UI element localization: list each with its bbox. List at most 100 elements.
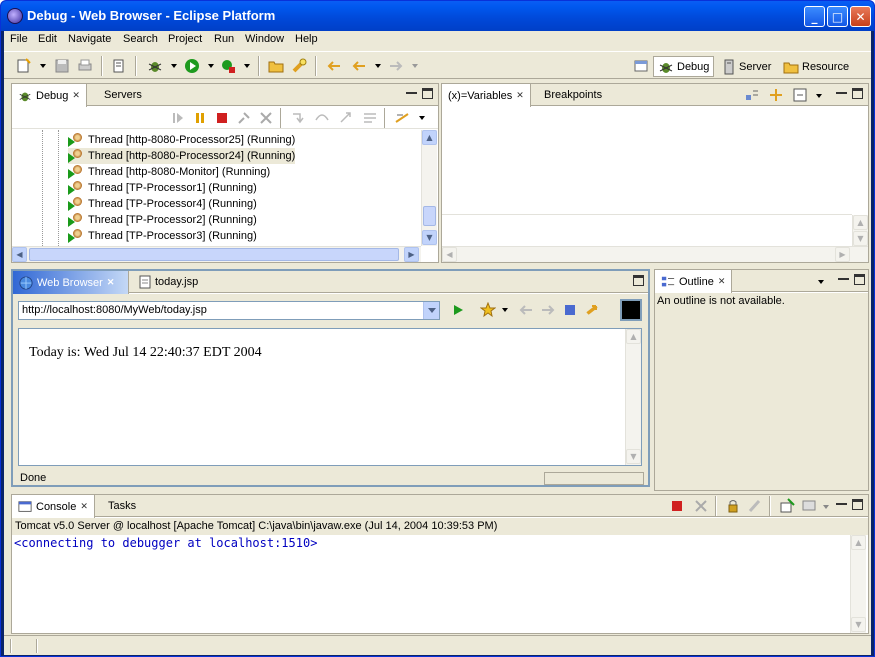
minimize-view-icon[interactable] <box>836 88 847 94</box>
browser-vscroll[interactable]: ▲ ▼ <box>625 329 641 465</box>
thread-item[interactable]: Thread [http-8080-Processor24] (Running) <box>68 148 296 164</box>
scroll-up-arrow[interactable]: ▲ <box>626 329 641 344</box>
run-icon[interactable] <box>184 58 200 74</box>
thread-item[interactable]: Thread [TP-Processor1] (Running) <box>68 180 257 196</box>
minimize-view-icon[interactable] <box>836 499 847 505</box>
drop-to-frame-icon[interactable] <box>362 110 378 126</box>
go-icon[interactable] <box>450 302 466 318</box>
scroll-left-arrow[interactable]: ◀ <box>442 247 457 262</box>
menu-help[interactable]: Help <box>295 33 318 45</box>
maximize-view-icon[interactable] <box>854 274 865 285</box>
disconnect-icon[interactable] <box>236 110 252 126</box>
external-tools-icon[interactable] <box>220 58 236 74</box>
browser-refresh-icon[interactable] <box>584 302 600 318</box>
scroll-lock-icon[interactable] <box>725 498 741 514</box>
tab-today-jsp[interactable]: today.jsp <box>133 271 204 293</box>
scroll-down-arrow[interactable]: ▼ <box>853 231 868 246</box>
perspective-debug[interactable]: Debug <box>653 56 715 77</box>
terminate-icon[interactable] <box>214 110 230 126</box>
debug-bug-icon[interactable] <box>147 58 163 74</box>
thread-item[interactable]: Thread [TP-Processor2] (Running) <box>68 212 257 228</box>
debug-tree-vscroll[interactable]: ▲ ▼ <box>421 130 437 246</box>
menu-run[interactable]: Run <box>214 33 234 45</box>
scroll-left-arrow[interactable]: ◀ <box>12 247 27 262</box>
close-tab-icon[interactable]: ✕ <box>516 90 524 101</box>
display-selected-console-icon[interactable] <box>801 498 817 514</box>
minimize-view-icon[interactable] <box>838 274 849 280</box>
debug-dropdown-arrow[interactable] <box>171 64 177 68</box>
browser-back-icon[interactable] <box>518 302 534 318</box>
console-vscroll[interactable]: ▲ ▼ <box>850 535 866 633</box>
remove-launch-icon[interactable] <box>693 498 709 514</box>
step-into-icon[interactable] <box>290 110 306 126</box>
scroll-right-arrow[interactable]: ▶ <box>835 247 850 262</box>
close-tab-icon[interactable]: ✕ <box>107 277 115 288</box>
resume-icon[interactable] <box>170 110 186 126</box>
print-icon[interactable] <box>77 58 93 74</box>
scroll-up-arrow[interactable]: ▲ <box>422 130 437 145</box>
step-filters-icon[interactable] <box>394 110 410 126</box>
view-menu-arrow[interactable] <box>818 280 824 284</box>
tab-debug[interactable]: Debug ✕ <box>12 84 87 107</box>
scroll-up-arrow[interactable]: ▲ <box>851 535 866 550</box>
new-file-icon[interactable] <box>16 58 32 74</box>
minimize-button[interactable]: _ <box>804 6 825 27</box>
last-edit-location-icon[interactable] <box>326 58 342 74</box>
tab-servers[interactable]: Servers <box>98 84 148 106</box>
scroll-thumb[interactable] <box>423 206 436 226</box>
tab-web-browser[interactable]: Web Browser ✕ <box>13 271 129 294</box>
open-perspective-icon[interactable] <box>633 58 649 74</box>
step-return-icon[interactable] <box>338 110 354 126</box>
run-dropdown-arrow[interactable] <box>208 64 214 68</box>
scroll-thumb[interactable] <box>29 248 399 261</box>
show-logical-structure-icon[interactable] <box>768 87 784 103</box>
url-dropdown-button[interactable] <box>423 302 439 319</box>
minimize-view-icon[interactable] <box>406 88 417 94</box>
maximize-editor-icon[interactable] <box>633 275 644 286</box>
suspend-icon[interactable] <box>192 110 208 126</box>
thread-item[interactable]: Thread [http-8080-Monitor] (Running) <box>68 164 270 180</box>
back-arrow-icon[interactable] <box>351 58 367 74</box>
details-vscroll[interactable]: ▲ ▼ <box>852 215 868 247</box>
close-tab-icon[interactable]: ✕ <box>72 90 80 101</box>
menu-file[interactable]: File <box>10 33 28 45</box>
step-over-icon[interactable] <box>314 110 330 126</box>
details-pane-divider[interactable] <box>442 214 852 215</box>
search-flashlight-icon[interactable] <box>291 58 307 74</box>
thread-item[interactable]: Thread [TP-Processor3] (Running) <box>68 228 257 244</box>
remove-terminated-icon[interactable] <box>258 110 274 126</box>
close-tab-icon[interactable]: ✕ <box>80 501 88 512</box>
external-tools-dropdown-arrow[interactable] <box>244 64 250 68</box>
view-menu-arrow[interactable] <box>816 94 822 98</box>
menu-search[interactable]: Search <box>123 33 158 45</box>
tab-console[interactable]: Console ✕ <box>12 495 95 518</box>
scroll-right-arrow[interactable]: ▶ <box>404 247 419 262</box>
tab-variables[interactable]: (x)=Variables ✕ <box>442 84 531 107</box>
open-type-icon[interactable] <box>111 58 127 74</box>
close-tab-icon[interactable]: ✕ <box>718 276 726 287</box>
collapse-all-icon[interactable] <box>792 87 808 103</box>
forward-dropdown-arrow[interactable] <box>412 64 418 68</box>
forward-arrow-icon[interactable] <box>388 58 404 74</box>
pin-console-icon[interactable] <box>779 498 795 514</box>
perspective-resource[interactable]: Resource <box>779 56 853 77</box>
new-dropdown-arrow[interactable] <box>40 64 46 68</box>
maximize-view-icon[interactable] <box>852 88 863 99</box>
open-folder-icon[interactable] <box>268 58 284 74</box>
clear-console-icon[interactable] <box>747 498 763 514</box>
view-menu-arrow[interactable] <box>419 116 425 120</box>
scroll-down-arrow[interactable]: ▼ <box>626 449 641 464</box>
perspective-server[interactable]: Server <box>718 56 775 77</box>
maximize-button[interactable]: □ <box>827 6 848 27</box>
maximize-view-icon[interactable] <box>852 499 863 510</box>
menu-navigate[interactable]: Navigate <box>68 33 111 45</box>
console-output-area[interactable]: <connecting to debugger at localhost:151… <box>12 535 850 633</box>
console-dropdown-arrow[interactable] <box>823 505 829 509</box>
favorites-dropdown-arrow[interactable] <box>502 308 508 312</box>
tab-tasks[interactable]: Tasks <box>102 495 142 517</box>
browser-forward-icon[interactable] <box>540 302 556 318</box>
tab-breakpoints[interactable]: Breakpoints <box>538 84 608 106</box>
favorites-star-icon[interactable] <box>480 302 496 318</box>
close-button[interactable]: ✕ <box>850 6 871 27</box>
tab-outline[interactable]: Outline ✕ <box>655 270 733 293</box>
